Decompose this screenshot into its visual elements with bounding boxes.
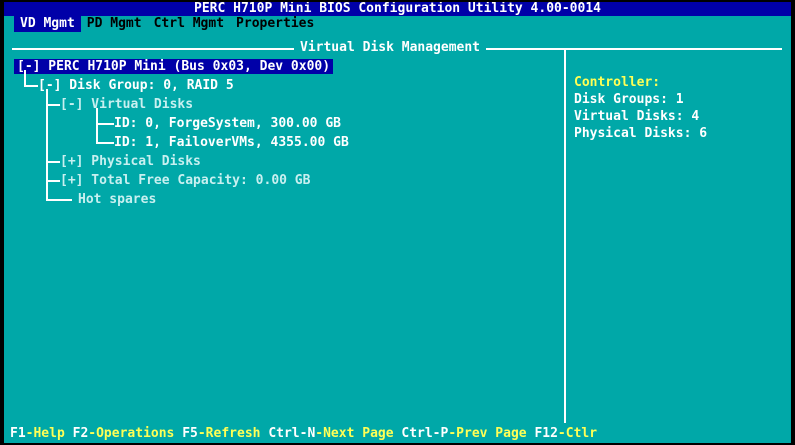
tree-row-physical-disks: [+] Physical Disks [14, 152, 554, 171]
key-f1-desc: -Help [25, 426, 73, 441]
tree-connector [86, 108, 114, 142]
key-f5: F5 [182, 426, 198, 441]
tree-connector [86, 133, 114, 152]
key-f2-desc: -Operations [88, 426, 183, 441]
physical-disks-node[interactable]: [+] Physical Disks [60, 154, 201, 169]
title-bar: PERC H710P Mini BIOS Configuration Utili… [4, 2, 791, 16]
menu-bar: VD Mgmt PD Mgmt Ctrl Mgmt Properties [4, 16, 791, 32]
disk-groups-count: Disk Groups: 1 [574, 92, 684, 107]
tab-vd-mgmt[interactable]: VD Mgmt [14, 16, 81, 32]
tree-row-free-capacity: [+] Total Free Capacity: 0.00 GB [14, 171, 554, 190]
key-f2: F2 [72, 426, 89, 441]
tree-row-controller: [-] PERC H710P Mini (Bus 0x03, Dev 0x00) [14, 57, 554, 76]
key-f12: F12 [534, 426, 558, 441]
vd-tree: [-] PERC H710P Mini (Bus 0x03, Dev 0x00)… [14, 57, 554, 209]
key-f12-desc: -Ctlr [557, 426, 598, 441]
physical-disks-count: Physical Disks: 6 [574, 126, 708, 141]
key-f1: F1 [10, 426, 26, 441]
tree-row-disk-group: [-] Disk Group: 0, RAID 5 [14, 70, 554, 95]
tree-connector [44, 184, 78, 209]
key-ctrl-p: Ctrl-P [401, 426, 449, 441]
disk-group-node[interactable]: [-] Disk Group: 0, RAID 5 [38, 78, 234, 93]
tree-connector [44, 152, 60, 171]
tree-row-virtual-disks: [-] Virtual Disks [14, 89, 554, 186]
tab-ctrl-mgmt[interactable]: Ctrl Mgmt [148, 16, 230, 32]
controller-info: Controller: Disk Groups: 1 Virtual Disks… [574, 74, 774, 142]
key-help-footer: F1-Help F2-Operations F5-Refresh Ctrl-N-… [4, 425, 791, 443]
tree-row-hot-spares: Hot spares [14, 184, 554, 209]
hot-spares-node[interactable]: Hot spares [78, 192, 156, 207]
tree-row-vd0: ID: 0, ForgeSystem, 300.00 GB [14, 108, 554, 142]
key-ctrl-n-desc: -Next Page [315, 426, 402, 441]
virtual-disks-count: Virtual Disks: 4 [574, 109, 700, 124]
key-ctrl-p-desc: -Prev Page [448, 426, 535, 441]
tab-pd-mgmt[interactable]: PD Mgmt [81, 16, 148, 32]
virtual-disk-0[interactable]: ID: 0, ForgeSystem, 300.00 GB [114, 116, 341, 131]
panel-divider [564, 48, 566, 423]
tree-row-vd1: ID: 1, FailoverVMs, 4355.00 GB [14, 133, 554, 152]
controller-node[interactable]: [-] PERC H710P Mini (Bus 0x03, Dev 0x00) [14, 59, 334, 74]
tree-connector [22, 70, 38, 95]
controller-heading: Controller: [574, 75, 661, 90]
free-capacity-node[interactable]: [+] Total Free Capacity: 0.00 GB [60, 173, 310, 188]
virtual-disk-1[interactable]: ID: 1, FailoverVMs, 4355.00 GB [114, 135, 349, 150]
bios-screen: PERC H710P Mini BIOS Configuration Utili… [4, 2, 791, 443]
key-ctrl-n: Ctrl-N [268, 426, 316, 441]
tree-connector [44, 89, 60, 186]
key-f5-desc: -Refresh [197, 426, 269, 441]
panel-title: Virtual Disk Management [294, 40, 487, 56]
virtual-disks-node[interactable]: [-] Virtual Disks [60, 97, 193, 112]
tab-properties[interactable]: Properties [230, 16, 320, 32]
